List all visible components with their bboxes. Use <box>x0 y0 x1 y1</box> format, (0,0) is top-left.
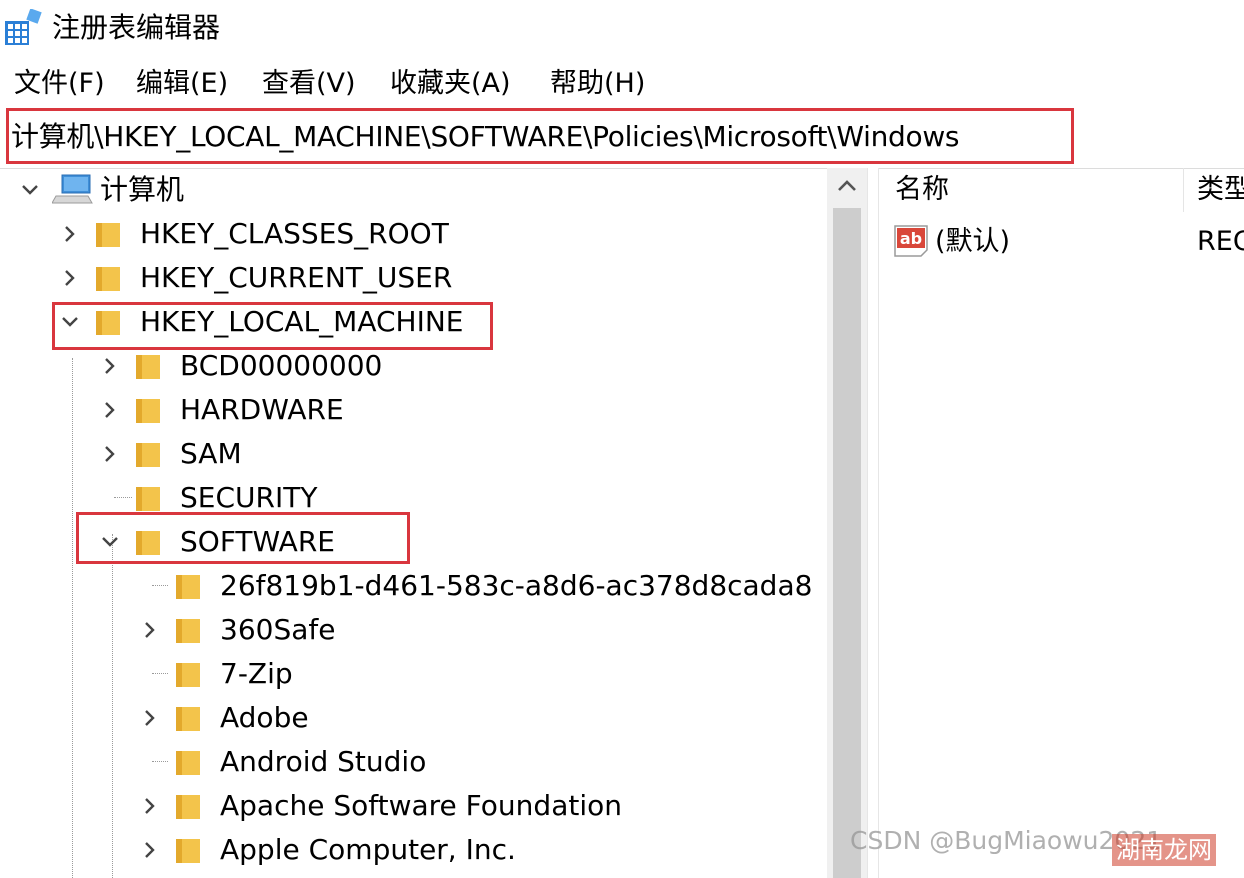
tree-node-guid[interactable]: 26f819b1-d461-583c-a8d6-ac378d8cada8 <box>0 564 827 608</box>
folder-icon <box>96 267 120 291</box>
chevron-right-icon[interactable] <box>100 444 120 464</box>
site-watermark: 湖南龙网 <box>1112 834 1216 866</box>
chevron-right-icon[interactable] <box>140 796 160 816</box>
menu-edit[interactable]: 编辑(E) <box>136 62 228 106</box>
window-title: 注册表编辑器 <box>52 11 221 44</box>
tree-node-7zip[interactable]: 7-Zip <box>0 652 827 696</box>
address-path[interactable]: 计算机\HKEY_LOCAL_MACHINE\SOFTWARE\Policies… <box>11 115 960 159</box>
column-header-name[interactable]: 名称 <box>895 168 949 212</box>
pane-splitter[interactable] <box>867 168 879 878</box>
tree-node-apple[interactable]: Apple Computer, Inc. <box>0 828 827 872</box>
folder-icon <box>136 355 160 379</box>
tree-node-computer[interactable]: 计算机 <box>0 168 827 212</box>
folder-icon <box>176 575 200 599</box>
values-pane[interactable]: 名称 类型 ab (默认) REG_SZ <box>879 168 1244 878</box>
tree-node-hkcu[interactable]: HKEY_CURRENT_USER <box>0 256 827 300</box>
tree-label: HKEY_CLASSES_ROOT <box>140 217 449 250</box>
folder-open-icon <box>136 531 160 555</box>
value-type: REG_SZ <box>1197 226 1244 257</box>
string-value-icon: ab <box>894 225 928 257</box>
menu-help[interactable]: 帮助(H) <box>550 62 645 106</box>
folder-icon <box>96 223 120 247</box>
tree-node-bcd[interactable]: BCD00000000 <box>0 344 827 388</box>
tree-label: HKEY_LOCAL_MACHINE <box>140 305 464 338</box>
chevron-right-icon[interactable] <box>140 840 160 860</box>
tree-node-360safe[interactable]: 360Safe <box>0 608 827 652</box>
menu-favorites[interactable]: 收藏夹(A) <box>390 62 511 106</box>
chevron-right-icon[interactable] <box>140 708 160 728</box>
folder-icon <box>176 707 200 731</box>
folder-icon <box>176 663 200 687</box>
tree-scrollbar[interactable] <box>827 168 867 878</box>
scroll-up-icon[interactable] <box>835 174 859 198</box>
chevron-right-icon[interactable] <box>140 620 160 640</box>
tree-label: 计算机 <box>100 173 185 206</box>
tree-node-adobe[interactable]: Adobe <box>0 696 827 740</box>
address-bar[interactable]: 计算机\HKEY_LOCAL_MACHINE\SOFTWARE\Policies… <box>6 108 1074 164</box>
tree-label: SECURITY <box>180 481 318 514</box>
tree-node-hkcr[interactable]: HKEY_CLASSES_ROOT <box>0 212 827 256</box>
folder-icon <box>176 751 200 775</box>
tree-label: SOFTWARE <box>180 525 335 558</box>
value-name[interactable]: (默认) <box>935 220 1010 264</box>
tree-node-android-studio[interactable]: Android Studio <box>0 740 827 784</box>
tree-node-hklm[interactable]: HKEY_LOCAL_MACHINE <box>0 300 827 344</box>
folder-icon <box>176 619 200 643</box>
menu-file[interactable]: 文件(F) <box>14 62 105 106</box>
chevron-down-icon[interactable] <box>20 180 40 200</box>
chevron-down-icon[interactable] <box>60 312 80 332</box>
tree-label: SAM <box>180 437 242 470</box>
tree-node-apache[interactable]: Apache Software Foundation <box>0 784 827 828</box>
tree-label: Android Studio <box>220 745 427 778</box>
chevron-right-icon[interactable] <box>100 356 120 376</box>
tree-label: 26f819b1-d461-583c-a8d6-ac378d8cada8 <box>220 569 813 602</box>
tree-label: Apple Computer, Inc. <box>220 833 516 866</box>
tree-node-security[interactable]: SECURITY <box>0 476 827 520</box>
chevron-down-icon[interactable] <box>100 532 120 552</box>
tree-label: 360Safe <box>220 613 336 646</box>
menu-bar: 文件(F) 编辑(E) 查看(V) 收藏夹(A) 帮助(H) <box>0 62 1244 106</box>
column-header-type[interactable]: 类型 <box>1197 168 1244 212</box>
chevron-right-icon[interactable] <box>100 400 120 420</box>
menu-view[interactable]: 查看(V) <box>262 62 356 106</box>
folder-icon <box>176 795 200 819</box>
title-bar: 注册表编辑器 <box>0 0 1244 60</box>
tree-node-hardware[interactable]: HARDWARE <box>0 388 827 432</box>
tree-label: HKEY_CURRENT_USER <box>140 261 453 294</box>
scrollbar-thumb[interactable] <box>833 208 861 878</box>
computer-icon <box>52 174 93 204</box>
chevron-right-icon[interactable] <box>60 224 80 244</box>
chevron-right-icon[interactable] <box>60 268 80 288</box>
column-divider[interactable] <box>1183 168 1184 212</box>
tree-node-sam[interactable]: SAM <box>0 432 827 476</box>
folder-icon <box>136 487 160 511</box>
tree-label: BCD00000000 <box>180 349 383 382</box>
folder-icon <box>176 839 200 863</box>
folder-icon <box>136 399 160 423</box>
svg-text:ab: ab <box>900 229 922 248</box>
folder-icon <box>136 443 160 467</box>
key-tree[interactable]: 计算机 HKEY_CLASSES_ROOT HKEY_CURRENT_USER … <box>0 168 827 878</box>
tree-label: HARDWARE <box>180 393 344 426</box>
tree-label: Apache Software Foundation <box>220 789 622 822</box>
tree-label: 7-Zip <box>220 657 293 690</box>
tree-label: Adobe <box>220 701 309 734</box>
regedit-app-icon <box>5 9 42 45</box>
folder-open-icon <box>96 311 120 335</box>
tree-node-software[interactable]: SOFTWARE <box>0 520 827 564</box>
